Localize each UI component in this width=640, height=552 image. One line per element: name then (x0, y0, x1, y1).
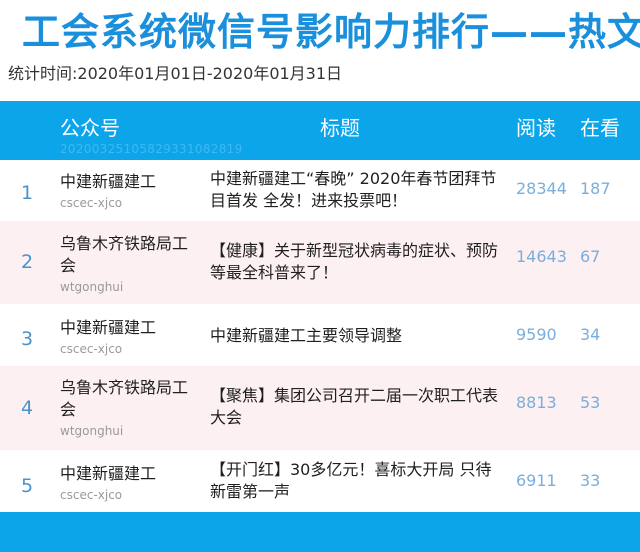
account-name: 中建新疆建工 (60, 172, 157, 191)
account-name: 中建新疆建工 (60, 464, 157, 483)
article-title[interactable]: 中建新疆建工主要领导调整 (210, 325, 504, 347)
account-name: 乌鲁木齐铁路局工会 (60, 234, 189, 275)
watching-count: 187 (580, 179, 611, 198)
account-cell[interactable]: 中建新疆建工 cscec-xjco (60, 317, 200, 358)
article-title[interactable]: 【聚焦】集团公司召开二届一次职工代表大会 (210, 385, 504, 429)
header-reads: 阅读 (516, 116, 556, 140)
account-name: 乌鲁木齐铁路局工会 (60, 378, 189, 419)
rank-number: 4 (20, 397, 34, 419)
account-id: cscec-xjco (60, 488, 123, 502)
watching-count: 53 (580, 393, 601, 412)
header-watching: 在看 (580, 116, 620, 140)
watching-count: 33 (580, 471, 601, 490)
watching-count: 67 (580, 247, 601, 266)
footer-bar (0, 512, 640, 552)
read-count: 14643 (516, 247, 567, 266)
header-account: 公众号 (60, 116, 120, 140)
header-code: 20200325105829331082819 (60, 142, 243, 156)
read-count: 28344 (516, 179, 567, 198)
table-header: 公众号 标题 阅读 在看 20200325105829331082819 (0, 101, 640, 160)
read-count: 8813 (516, 393, 557, 412)
account-id: wtgonghui (60, 280, 124, 294)
rank-number: 2 (20, 251, 34, 273)
account-cell[interactable]: 乌鲁木齐铁路局工会 wtgonghui (60, 377, 200, 440)
rank-number: 3 (20, 328, 34, 350)
table-row[interactable]: 4 乌鲁木齐铁路局工会 wtgonghui 【聚焦】集团公司召开二届一次职工代表… (0, 366, 640, 450)
account-cell[interactable]: 乌鲁木齐铁路局工会 wtgonghui (60, 233, 200, 296)
account-id: wtgonghui (60, 424, 124, 438)
account-id: cscec-xjco (60, 196, 123, 210)
account-name: 中建新疆建工 (60, 318, 157, 337)
page-title: 工会系统微信号影响力排行——热文 (22, 10, 640, 54)
watching-count: 34 (580, 325, 601, 344)
account-cell[interactable]: 中建新疆建工 cscec-xjco (60, 171, 200, 212)
account-id: cscec-xjco (60, 342, 123, 356)
table-row[interactable]: 3 中建新疆建工 cscec-xjco 中建新疆建工主要领导调整 9590 34 (0, 304, 640, 366)
statistics-period: 统计时间:2020年01月01日-2020年01月31日 (8, 64, 343, 83)
rank-number: 5 (20, 475, 34, 497)
header-headline: 标题 (320, 116, 360, 140)
read-count: 6911 (516, 471, 557, 490)
read-count: 9590 (516, 325, 557, 344)
table-row[interactable]: 2 乌鲁木齐铁路局工会 wtgonghui 【健康】关于新型冠状病毒的症状、预防… (0, 221, 640, 304)
rank-number: 1 (20, 182, 34, 204)
article-title[interactable]: 【健康】关于新型冠状病毒的症状、预防等最全科普来了！ (210, 240, 504, 284)
table-row[interactable]: 1 中建新疆建工 cscec-xjco 中建新疆建工“春晚” 2020年春节团拜… (0, 160, 640, 221)
account-cell[interactable]: 中建新疆建工 cscec-xjco (60, 463, 200, 504)
article-title[interactable]: 中建新疆建工“春晚” 2020年春节团拜节目首发 全发！进来投票吧！ (210, 168, 504, 212)
table-row[interactable]: 5 中建新疆建工 cscec-xjco 【开门红】30多亿元！喜标大开局 只待新… (0, 450, 640, 512)
article-title[interactable]: 【开门红】30多亿元！喜标大开局 只待新雷第一声 (210, 459, 504, 503)
